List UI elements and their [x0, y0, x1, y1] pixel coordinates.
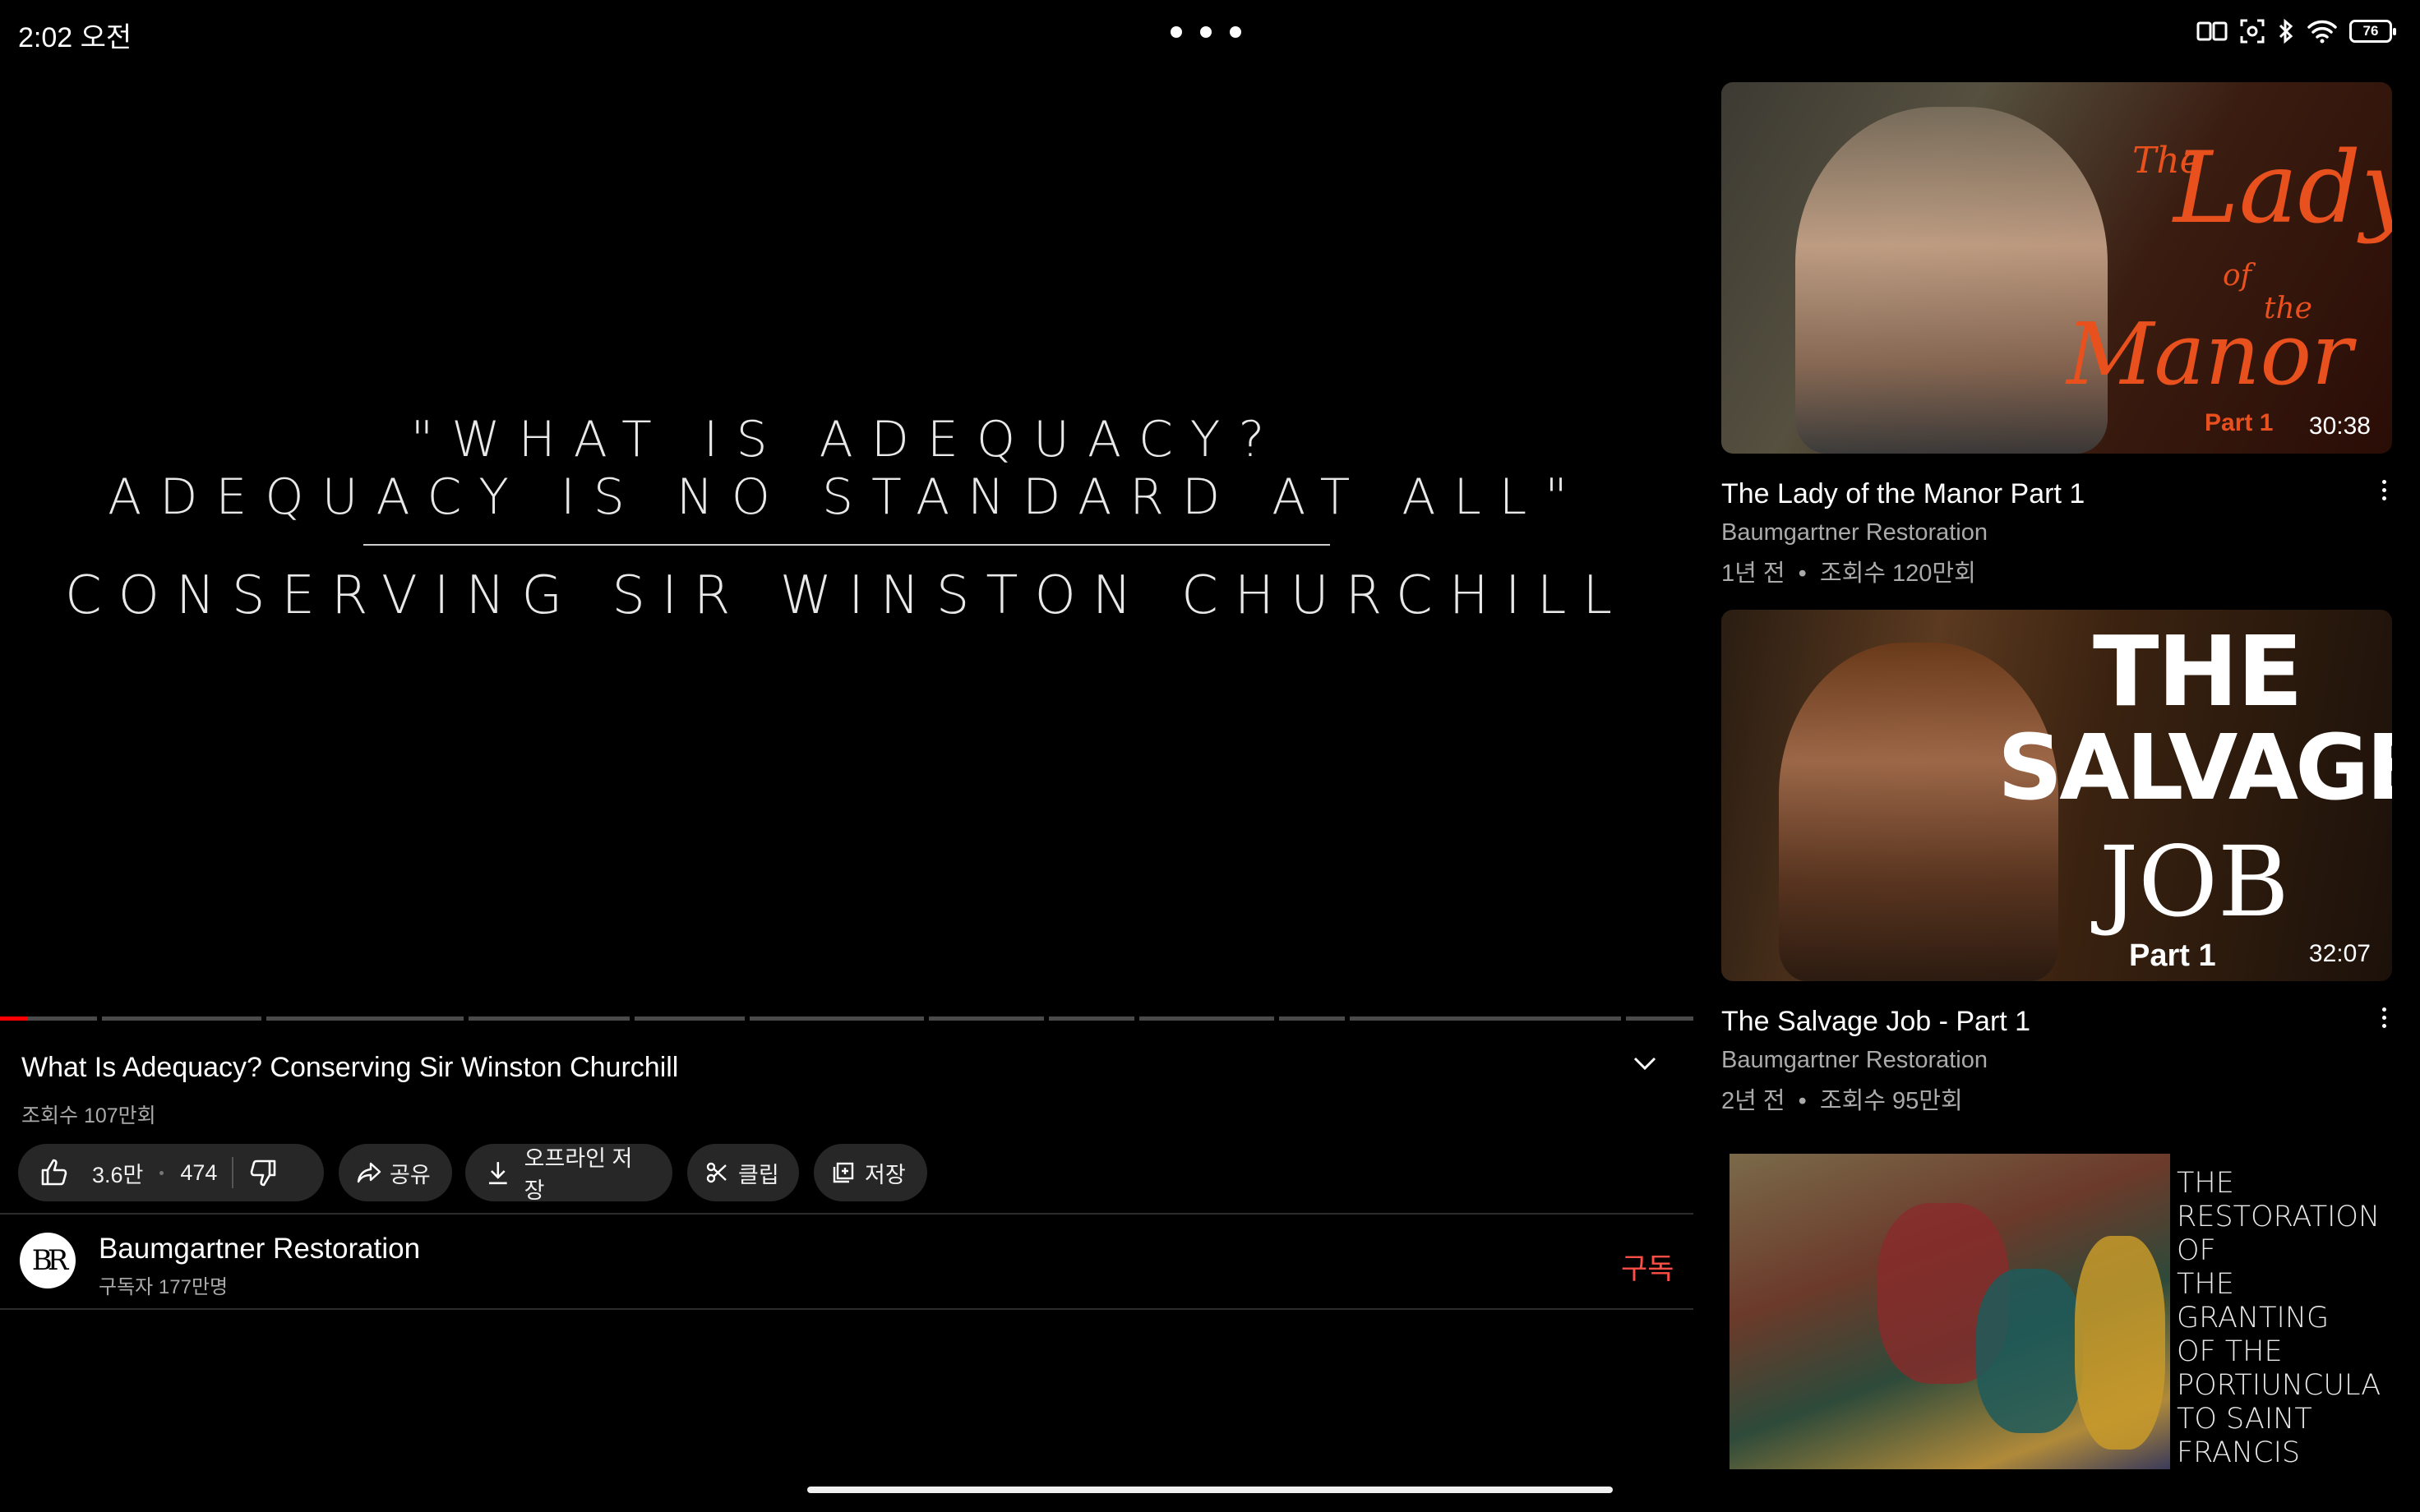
thumb-text: SALVAGE	[1997, 715, 2392, 820]
share-button[interactable]: 공유	[339, 1144, 452, 1201]
rec-meta: 1년 전 • 조회수 120만회	[1721, 560, 1976, 587]
share-icon	[357, 1162, 381, 1183]
scissors-icon	[706, 1162, 727, 1183]
caption-line: TO SAINT	[2177, 1403, 2312, 1436]
video-player[interactable]	[0, 66, 1693, 1019]
rec-channel[interactable]: Baumgartner Restoration	[1721, 1047, 1988, 1074]
view-count: 조회수 107만회	[21, 1104, 156, 1127]
download-button[interactable]: 오프라인 저장	[465, 1144, 672, 1203]
caption-line: PORTIUNCULA	[2177, 1369, 2381, 1402]
painting-figure	[1976, 1269, 2083, 1433]
video-frame-quote-line1: "WHAT IS ADEQUACY?	[410, 411, 1283, 468]
bluetooth-icon	[2279, 18, 2293, 44]
progress-fill	[0, 1016, 27, 1021]
wifi-icon	[2307, 20, 2337, 44]
thumb-text: Manor	[2067, 304, 2353, 404]
rec-title[interactable]: The Lady of the Manor Part 1	[1721, 478, 2085, 510]
download-label: 오프라인 저장	[524, 1146, 633, 1203]
download-icon	[488, 1162, 507, 1185]
caption-line: OF THE	[2177, 1335, 2283, 1368]
more-options-icon[interactable]	[2382, 480, 2387, 500]
dislike-icon[interactable]	[248, 1158, 278, 1187]
clip-label: 클립	[738, 1162, 779, 1187]
rec-thumbnail[interactable]: The Lady of the Manor Part 1 30:38	[1721, 82, 2392, 454]
reader-icon	[2196, 21, 2228, 41]
battery-icon: 76	[2349, 20, 2396, 43]
thumb-text: Lady	[2173, 131, 2392, 246]
rec-thumbnail[interactable]	[1730, 1154, 2170, 1469]
status-icons: 76	[2196, 18, 2396, 44]
video-frame-rule	[363, 544, 1330, 546]
portrait-figure	[1795, 107, 2108, 454]
like-icon[interactable]	[39, 1158, 69, 1187]
divider	[0, 1308, 1693, 1310]
like-dislike-group: 3.6만 474	[18, 1144, 324, 1201]
screenshot-icon	[2240, 19, 2265, 44]
playlist-add-icon	[833, 1162, 854, 1183]
caption-line: OF	[2177, 1234, 2216, 1267]
caption-line: FRANCIS	[2177, 1436, 2301, 1469]
like-count: 3.6만	[92, 1162, 144, 1187]
thumb-text: JOB	[2099, 825, 2289, 938]
subscribe-button[interactable]: 구독	[1621, 1246, 1674, 1288]
channel-avatar[interactable]: BR	[20, 1233, 76, 1288]
status-time: 2:02 오전	[18, 22, 132, 53]
save-label: 저장	[865, 1162, 906, 1187]
share-label: 공유	[390, 1162, 431, 1187]
painting-figure	[2075, 1236, 2165, 1450]
multitask-dots-icon[interactable]	[1171, 26, 1241, 38]
chevron-down-icon[interactable]	[1633, 1055, 1657, 1076]
thumb-part: Part 1	[2205, 409, 2274, 436]
clip-button[interactable]: 클립	[687, 1144, 799, 1201]
rec-channel[interactable]: Baumgartner Restoration	[1721, 519, 1988, 546]
save-button[interactable]: 저장	[814, 1144, 927, 1201]
caption-line: RESTORATION	[2177, 1201, 2381, 1233]
caption-line: THE	[2177, 1167, 2234, 1200]
video-frame-subtitle: CONSERVING SIR WINSTON CHURCHILL	[64, 565, 1629, 626]
channel-name[interactable]: Baumgartner Restoration	[99, 1233, 420, 1265]
caption-line: GRANTING	[2177, 1302, 2330, 1335]
thumb-part: Part 1	[2129, 938, 2216, 973]
more-options-icon[interactable]	[2382, 1007, 2387, 1028]
caption-line: THE	[2177, 1268, 2234, 1301]
rec-meta: 2년 전 • 조회수 95만회	[1721, 1088, 1963, 1114]
dislike-count: 474	[180, 1159, 218, 1185]
thumb-text: THE	[2093, 615, 2303, 728]
video-title[interactable]: What Is Adequacy? Conserving Sir Winston…	[21, 1052, 678, 1084]
rec-thumbnail-caption: THE RESTORATION OF THE GRANTING OF THE P…	[2177, 1167, 2381, 1470]
subscriber-count: 구독자 177만명	[99, 1276, 229, 1298]
rec-thumbnail[interactable]: THE SALVAGE JOB Part 1 32:07	[1721, 610, 2392, 981]
progress-bar[interactable]	[0, 1016, 1693, 1021]
divider	[0, 1213, 1693, 1215]
video-frame-quote-line2: ADEQUACY IS NO STANDARD AT ALL"	[108, 468, 1586, 526]
duration-badge: 32:07	[2308, 940, 2371, 967]
rec-title[interactable]: The Salvage Job - Part 1	[1721, 1006, 2030, 1038]
duration-badge: 30:38	[2308, 413, 2371, 440]
thumb-text: of	[2223, 259, 2251, 293]
home-indicator[interactable]	[807, 1487, 1613, 1493]
